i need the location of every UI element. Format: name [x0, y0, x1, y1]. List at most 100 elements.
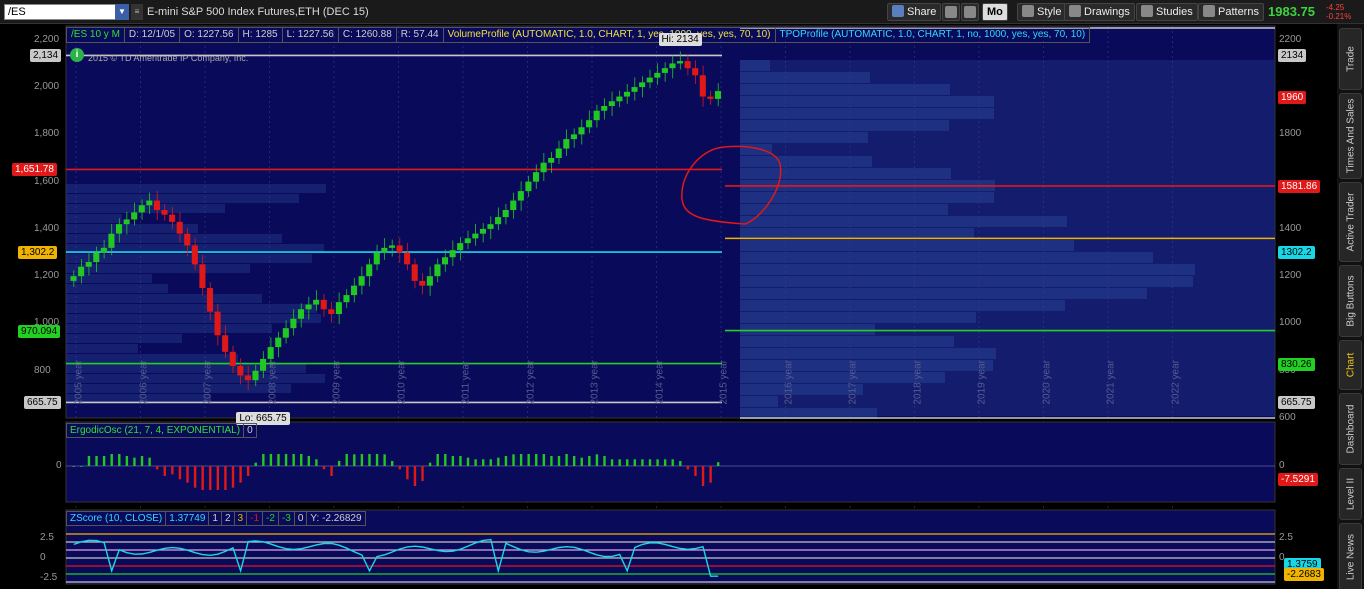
- ergodic-bar: [277, 454, 280, 466]
- ergodic-bar: [489, 459, 492, 466]
- wrench-icon: [945, 6, 957, 18]
- candle-body: [100, 247, 107, 253]
- ergodic-bar: [95, 456, 98, 466]
- instrument-title: E-mini S&P 500 Index Futures,ETH (DEC 15…: [147, 6, 369, 18]
- info-icon[interactable]: i: [70, 48, 84, 62]
- profile-bar: [740, 324, 875, 335]
- symbol-input[interactable]: /ES: [4, 4, 116, 20]
- ergodic-bar: [641, 459, 644, 466]
- candle-body: [714, 91, 721, 99]
- drawing-tools-button[interactable]: [942, 3, 960, 21]
- ergodic-bar: [315, 459, 318, 466]
- tpo-profile-label[interactable]: TPOProfile (AUTOMATIC, 1.0, CHART, 1, no…: [774, 27, 1091, 43]
- ergodic-bar: [671, 459, 674, 466]
- left-axis-tick: 2,000: [34, 81, 60, 93]
- ergodic-bar: [406, 466, 409, 480]
- year-label: 2011 year: [460, 360, 472, 405]
- ergodic-bar: [140, 456, 144, 466]
- timeframe-label: /ES 10 y M: [66, 27, 125, 43]
- style-button[interactable]: Style: [1017, 3, 1067, 21]
- side-tab-live-news[interactable]: Live News: [1339, 523, 1362, 589]
- right-axis-tick: 1000: [1279, 317, 1302, 329]
- ergodic-bar: [451, 456, 455, 466]
- price-change: -4.25: [1326, 3, 1345, 12]
- candle-body: [593, 110, 600, 121]
- side-tab-dashboard[interactable]: Dashboard: [1339, 393, 1362, 465]
- candle-body: [252, 370, 259, 381]
- bar-range: R: 57.44: [395, 27, 444, 43]
- side-tab-trade[interactable]: Trade: [1339, 28, 1362, 90]
- side-tab-level-ii[interactable]: Level II: [1339, 468, 1362, 520]
- volume-profile-label[interactable]: VolumeProfile (AUTOMATIC, 1.0, CHART, 1,…: [442, 27, 776, 43]
- side-tab-active-trader[interactable]: Active Trader: [1339, 182, 1362, 262]
- drawings-button[interactable]: Drawings: [1064, 3, 1135, 21]
- zscore-value-tag: -2.2683: [1284, 568, 1324, 581]
- candle-body: [275, 337, 282, 348]
- side-tab-label: Big Buttons: [1345, 275, 1356, 327]
- menu-icon[interactable]: ≡: [131, 4, 143, 20]
- ergodic-bar: [648, 459, 652, 466]
- left-price-tag: 1,302.2: [18, 246, 58, 260]
- zscore-left-tick: 2.5: [40, 532, 54, 543]
- ergodic-bar: [398, 466, 401, 470]
- profile-bar-left: [66, 194, 299, 203]
- side-tab-label: Trade: [1345, 46, 1356, 72]
- bar-close: C: 1260.88: [337, 27, 397, 43]
- candle-body: [487, 224, 494, 229]
- profile-bar: [740, 276, 1193, 287]
- ergodic-bar: [504, 456, 508, 466]
- side-tab-times-and-sales[interactable]: Times And Sales: [1339, 93, 1362, 179]
- year-label: 2013 year: [589, 360, 601, 405]
- candle-body: [616, 96, 623, 102]
- copyright-text: 2015 © TD Ameritrade IP Company, Inc.: [88, 53, 249, 63]
- candle-body: [669, 63, 676, 69]
- studies-button[interactable]: Studies: [1136, 3, 1198, 21]
- profile-bar: [740, 312, 976, 323]
- bar-high: H: 1285: [237, 27, 283, 43]
- profile-bar: [740, 216, 1067, 227]
- ergodic-bar: [262, 454, 265, 466]
- ergodic-bar: [300, 454, 303, 466]
- candle-body: [495, 217, 502, 225]
- ergodic-bar: [603, 456, 606, 466]
- gear-icon: [964, 6, 976, 18]
- left-axis-tick: 1,800: [34, 128, 60, 140]
- ergodic-bar: [466, 457, 470, 466]
- year-label: 2019 year: [976, 360, 988, 405]
- ergodic-bar: [519, 454, 523, 466]
- year-label: 2006 year: [138, 360, 149, 405]
- profile-bar: [740, 204, 948, 215]
- candle-body: [540, 162, 547, 173]
- candle-body: [381, 247, 388, 253]
- profile-bar-left: [66, 264, 250, 273]
- profile-bar-left: [66, 184, 326, 193]
- ergodic-bar: [618, 459, 621, 466]
- ergodic-bar: [353, 454, 356, 466]
- side-tab-chart[interactable]: Chart: [1339, 340, 1362, 390]
- ergodic-bar: [572, 456, 576, 466]
- year-label: 2005 year: [73, 360, 85, 405]
- left-axis-tick: 1,400: [34, 222, 60, 234]
- year-label: 2021 year: [1105, 360, 1117, 405]
- candle-body: [373, 252, 380, 265]
- timeframe-mo-button[interactable]: Mo: [982, 3, 1008, 21]
- symbol-dropdown-icon[interactable]: ▼: [115, 4, 129, 20]
- ergodic-bar: [694, 466, 697, 476]
- candle-body: [578, 127, 585, 135]
- ergodic-bar: [428, 462, 432, 466]
- year-label: 2009 year: [331, 360, 343, 405]
- ergodic-bar: [345, 454, 348, 466]
- ergodic-bar: [610, 459, 614, 466]
- studies-icon: [1141, 5, 1153, 17]
- candle-body: [472, 233, 479, 239]
- candle-body: [434, 264, 441, 277]
- ergodic-bar: [595, 454, 599, 466]
- bar-date: D: 12/1/05: [123, 27, 181, 43]
- patterns-button[interactable]: Patterns: [1198, 3, 1264, 21]
- bar-low: L: 1227.56: [281, 27, 339, 43]
- share-button[interactable]: Share: [887, 3, 942, 21]
- price-chart[interactable]: [0, 24, 1337, 589]
- candle-body: [169, 214, 176, 222]
- settings-button[interactable]: [961, 3, 979, 21]
- side-tab-big-buttons[interactable]: Big Buttons: [1339, 265, 1362, 337]
